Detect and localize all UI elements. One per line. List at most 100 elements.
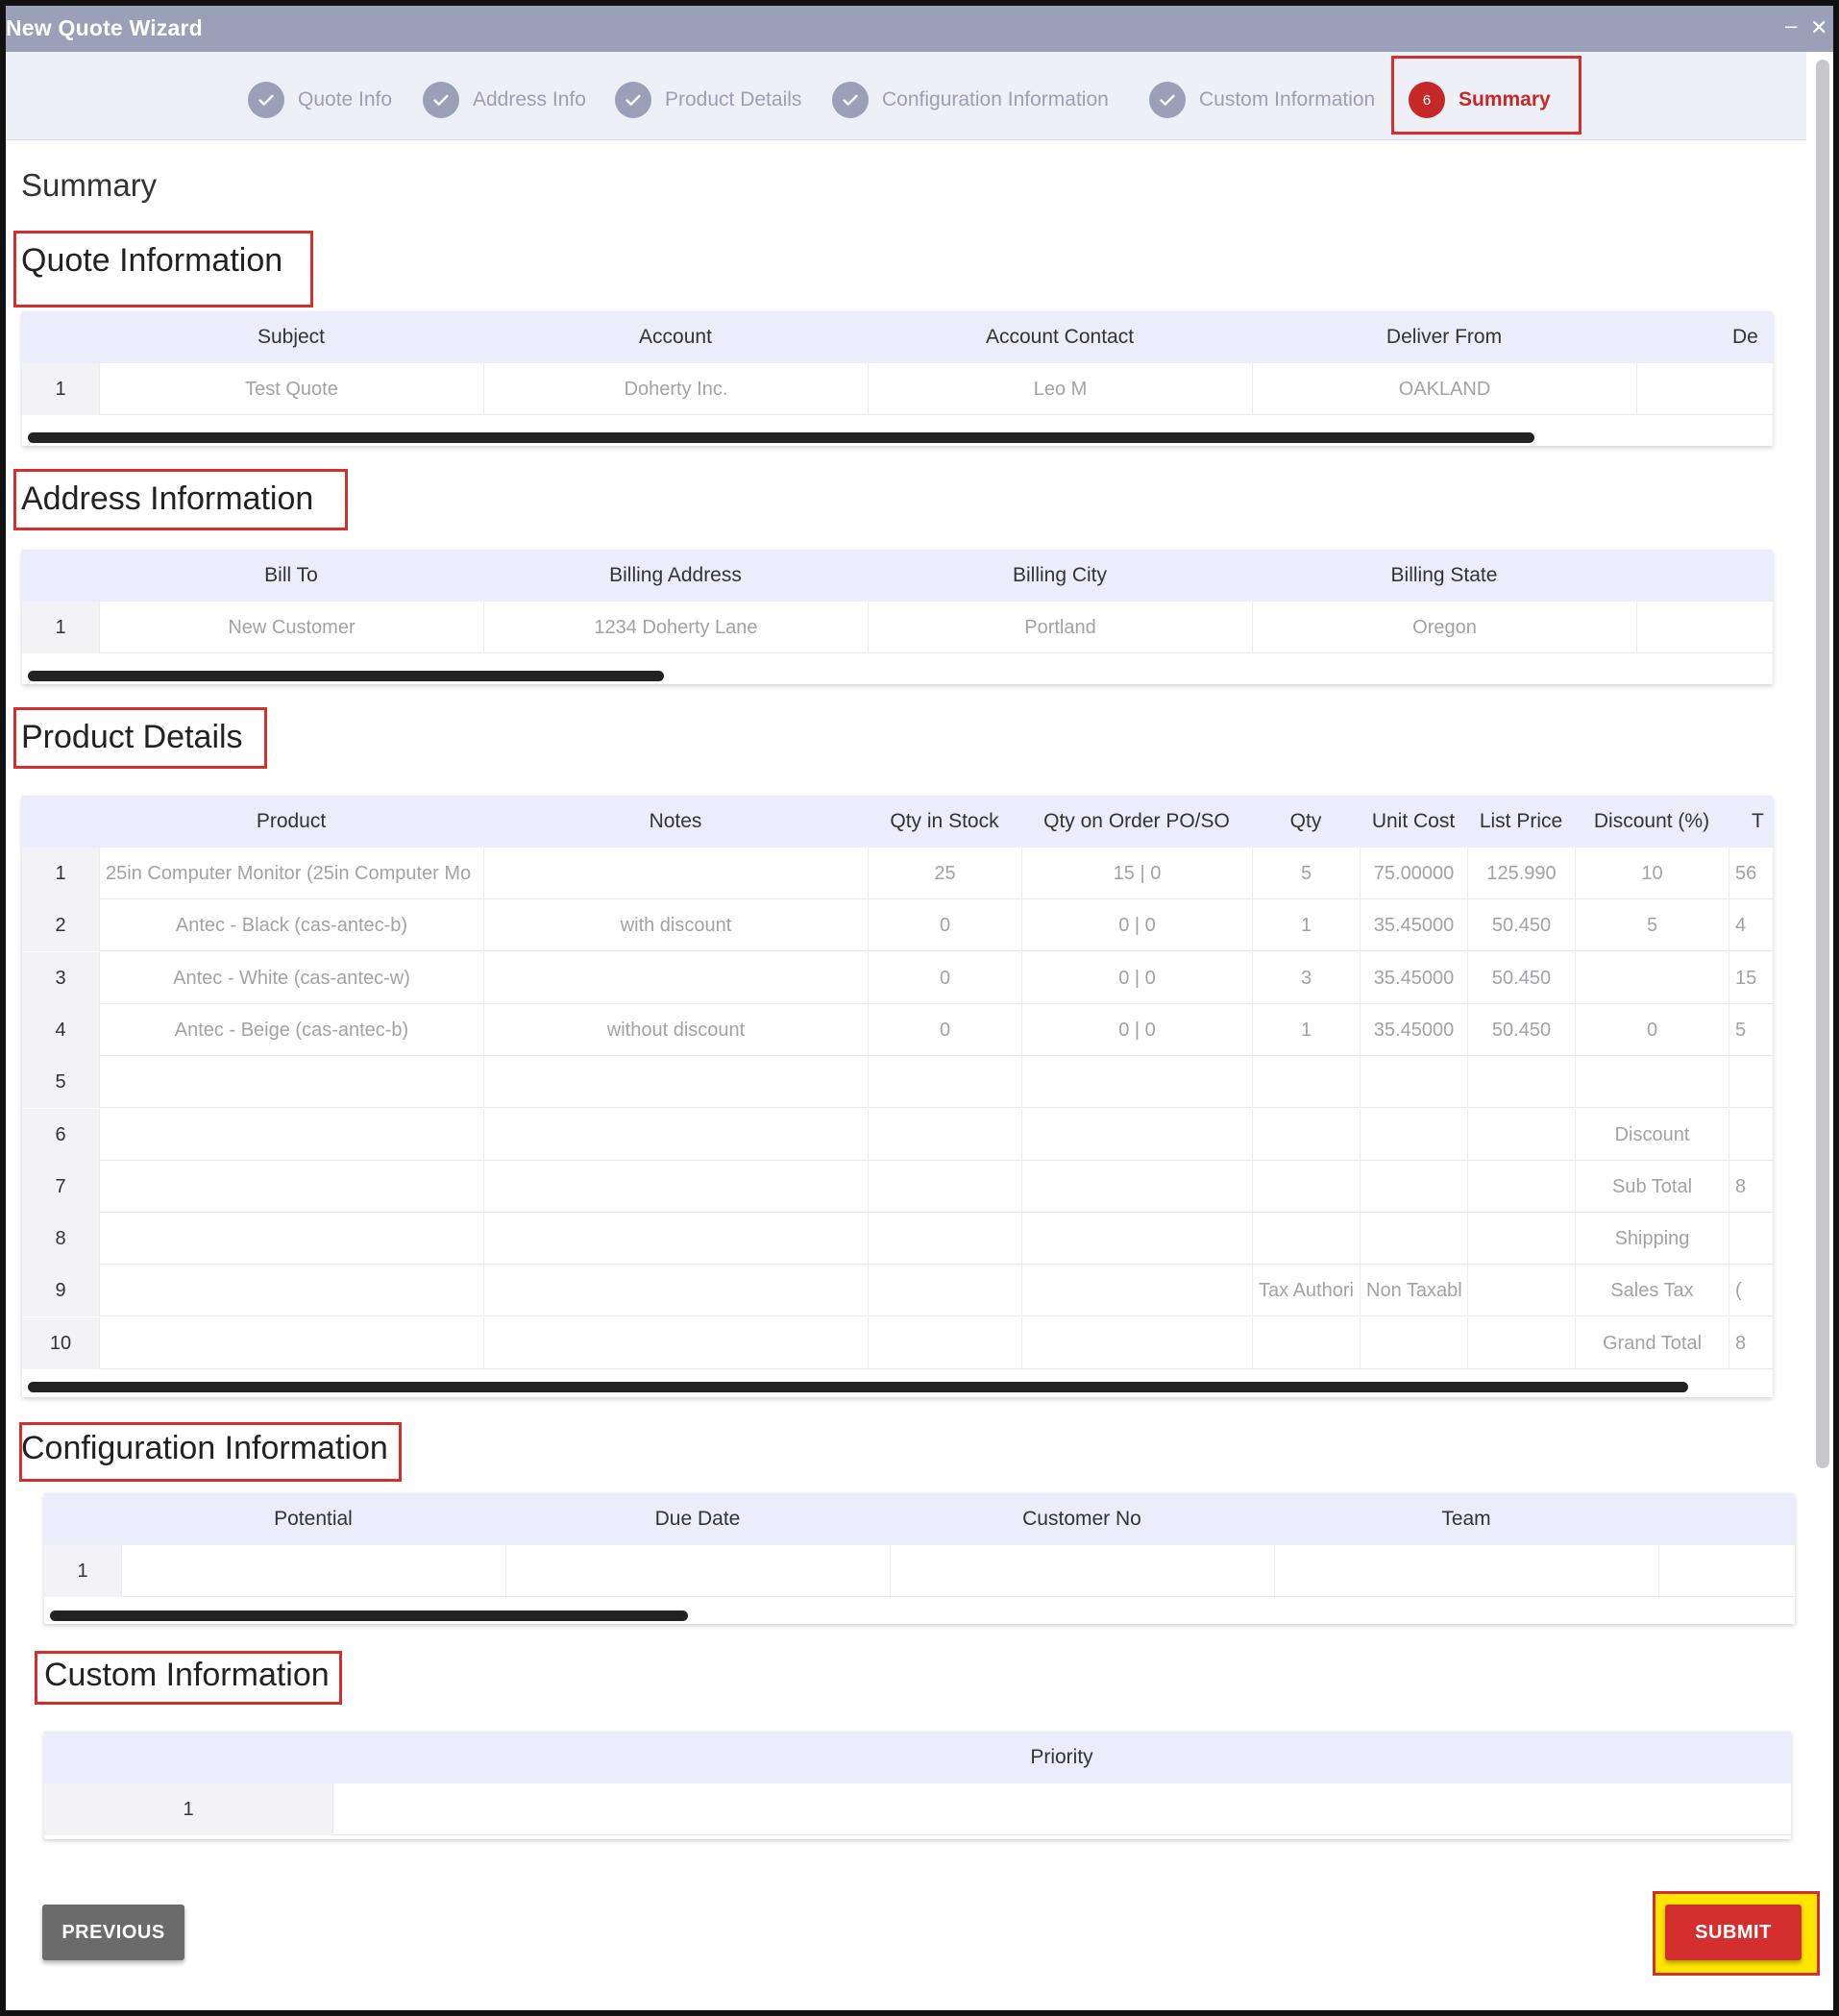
horizontal-scrollbar[interactable] (28, 432, 1534, 443)
column-header[interactable]: Team (1274, 1493, 1658, 1545)
step-custom-information[interactable]: Custom Information (1149, 81, 1375, 119)
column-header[interactable]: Billing City (868, 550, 1252, 602)
table-row[interactable]: 7 Sub Total 8 (22, 1160, 1773, 1213)
total-cell[interactable]: 56 (1729, 848, 1773, 899)
unit-cost-cell[interactable]: 35.45000 (1360, 899, 1467, 952)
table-cell[interactable] (1658, 1545, 1795, 1597)
table-row[interactable]: 3 Antec - White (cas-antec-w) 0 0 | 0 3 35.45… (22, 951, 1773, 1004)
close-icon[interactable]: ✕ (1810, 15, 1827, 40)
total-cell[interactable]: 15 (1729, 951, 1773, 1004)
unit-cost-cell[interactable] (1360, 1108, 1467, 1161)
column-header[interactable]: Deliver From (1252, 311, 1636, 363)
qty-cell[interactable] (1252, 1316, 1360, 1369)
subject-cell[interactable]: Test Quote (99, 363, 483, 415)
column-header[interactable]: Billing State (1252, 550, 1636, 602)
unit-cost-cell[interactable] (1360, 1316, 1467, 1369)
qty-on-order-cell[interactable] (1021, 1213, 1252, 1266)
discount-cell[interactable]: 5 (1575, 899, 1729, 952)
qty-in-stock-cell[interactable] (868, 1160, 1021, 1213)
unit-cost-cell[interactable] (1360, 1213, 1467, 1266)
customer-no-cell[interactable] (890, 1545, 1274, 1597)
column-header[interactable]: Unit Cost (1360, 796, 1467, 848)
unit-cost-cell[interactable]: 75.00000 (1360, 848, 1467, 899)
step-quote-info[interactable]: Quote Info (248, 81, 392, 119)
column-header[interactable]: Qty on Order PO/SO (1021, 796, 1252, 848)
billing-address-cell[interactable]: 1234 Doherty Lane (483, 602, 868, 653)
product-cell[interactable] (99, 1213, 483, 1266)
notes-cell[interactable] (483, 1160, 868, 1213)
product-cell[interactable] (99, 1316, 483, 1369)
column-header[interactable]: Notes (483, 796, 868, 848)
step-summary[interactable]: 6 Summary (1409, 81, 1551, 119)
table-row[interactable]: 1 (44, 1783, 1791, 1835)
discount-cell[interactable]: 10 (1575, 848, 1729, 899)
unit-cost-cell[interactable]: 35.45000 (1360, 951, 1467, 1004)
priority-cell[interactable] (332, 1783, 1791, 1835)
qty-cell[interactable]: 5 (1252, 848, 1360, 899)
qty-in-stock-cell[interactable]: 0 (868, 899, 1021, 952)
column-header[interactable]: Subject (99, 311, 483, 363)
discount-cell[interactable]: Grand Total (1575, 1316, 1729, 1369)
column-header[interactable]: Account (483, 311, 868, 363)
notes-cell[interactable] (483, 951, 868, 1004)
product-cell[interactable]: 25in Computer Monitor (25in Computer Mo (99, 848, 483, 899)
column-header[interactable]: Priority (332, 1732, 1791, 1783)
qty-on-order-cell[interactable] (1021, 1160, 1252, 1213)
qty-in-stock-cell[interactable] (868, 1265, 1021, 1317)
notes-cell[interactable]: with discount (483, 899, 868, 952)
step-product-details[interactable]: Product Details (615, 81, 801, 119)
list-price-cell[interactable]: 50.450 (1467, 951, 1575, 1004)
notes-cell[interactable] (483, 1265, 868, 1317)
billing-city-cell[interactable]: Portland (868, 602, 1252, 653)
column-header[interactable]: Product (99, 796, 483, 848)
product-cell[interactable] (99, 1056, 483, 1109)
qty-cell[interactable] (1252, 1056, 1360, 1109)
total-cell[interactable]: 5 (1729, 1003, 1773, 1056)
minimize-icon[interactable]: ‒ (1785, 13, 1797, 38)
list-price-cell[interactable]: 50.450 (1467, 1003, 1575, 1056)
table-row[interactable]: 5 (22, 1056, 1773, 1109)
product-cell[interactable]: Antec - White (cas-antec-w) (99, 951, 483, 1004)
qty-in-stock-cell[interactable] (868, 1316, 1021, 1369)
column-header[interactable]: Account Contact (868, 311, 1252, 363)
total-cell[interactable] (1729, 1056, 1773, 1109)
list-price-cell[interactable] (1467, 1108, 1575, 1161)
account-contact-cell[interactable]: Leo M (868, 363, 1252, 415)
qty-on-order-cell[interactable] (1021, 1056, 1252, 1109)
total-cell[interactable]: 8 (1729, 1316, 1773, 1369)
due-date-cell[interactable] (505, 1545, 890, 1597)
column-header[interactable]: Potential (121, 1493, 505, 1545)
notes-cell[interactable] (483, 1213, 868, 1266)
unit-cost-cell[interactable] (1360, 1160, 1467, 1213)
step-configuration-information[interactable]: Configuration Information (832, 81, 1109, 119)
total-cell[interactable] (1729, 1213, 1773, 1266)
qty-on-order-cell[interactable]: 15 | 0 (1021, 848, 1252, 899)
qty-in-stock-cell[interactable] (868, 1056, 1021, 1109)
table-row[interactable]: 9 Tax Authori Non Taxabl Sales Tax( (22, 1265, 1773, 1317)
qty-cell[interactable] (1252, 1213, 1360, 1266)
column-header[interactable]: Qty (1252, 796, 1360, 848)
column-header[interactable]: Discount (%) (1575, 796, 1729, 848)
unit-cost-cell[interactable]: 35.45000 (1360, 1003, 1467, 1056)
column-header[interactable]: Bill To (99, 550, 483, 602)
unit-cost-cell[interactable]: Non Taxabl (1360, 1265, 1467, 1317)
qty-on-order-cell[interactable]: 0 | 0 (1021, 899, 1252, 952)
column-header[interactable]: Due Date (505, 1493, 890, 1545)
bill-to-cell[interactable]: New Customer (99, 602, 483, 653)
qty-cell[interactable] (1252, 1108, 1360, 1161)
qty-in-stock-cell[interactable]: 0 (868, 1003, 1021, 1056)
discount-cell[interactable]: Shipping (1575, 1213, 1729, 1266)
qty-on-order-cell[interactable] (1021, 1316, 1252, 1369)
discount-cell[interactable]: 0 (1575, 1003, 1729, 1056)
table-row[interactable]: 1 Test Quote Doherty Inc. Leo M OAKLAND (22, 363, 1773, 415)
list-price-cell[interactable]: 50.450 (1467, 899, 1575, 952)
list-price-cell[interactable] (1467, 1316, 1575, 1369)
billing-state-cell[interactable]: Oregon (1252, 602, 1636, 653)
table-row[interactable]: 1 (44, 1545, 1795, 1597)
total-cell[interactable]: 8 (1729, 1160, 1773, 1213)
qty-in-stock-cell[interactable] (868, 1213, 1021, 1266)
discount-cell[interactable]: Sales Tax (1575, 1265, 1729, 1317)
product-cell[interactable]: Antec - Beige (cas-antec-b) (99, 1003, 483, 1056)
qty-in-stock-cell[interactable] (868, 1108, 1021, 1161)
previous-button[interactable]: PREVIOUS (42, 1905, 184, 1960)
